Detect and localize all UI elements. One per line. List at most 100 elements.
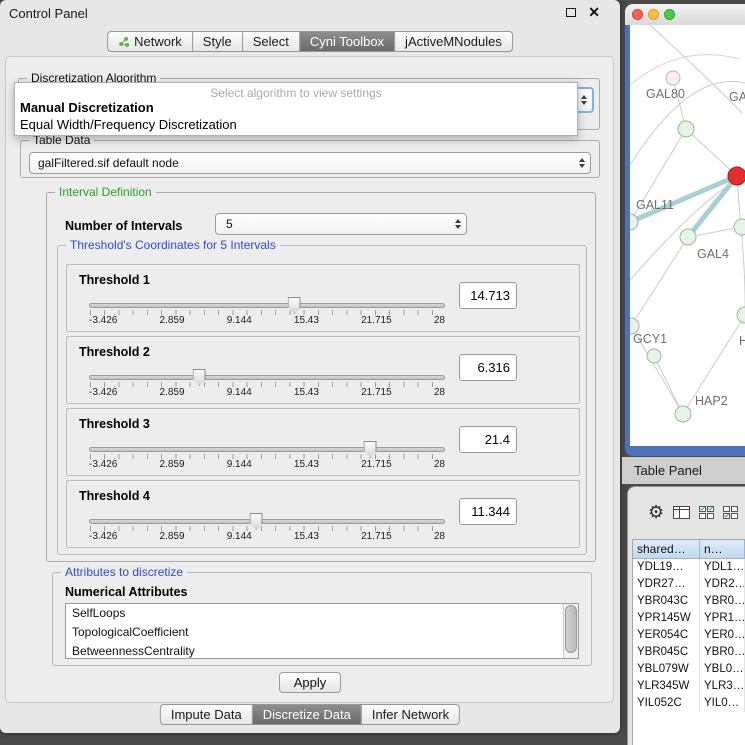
- float-window-icon[interactable]: [566, 8, 576, 17]
- scrollbar-thumb[interactable]: [565, 605, 577, 653]
- number-of-intervals-combobox[interactable]: 5: [215, 213, 467, 235]
- node-table: shared…n… YDL19…YDL1…YDR27…YDR2…YBR043CY…: [632, 539, 745, 745]
- combo-arrows-icon: [581, 95, 587, 105]
- slider-track[interactable]: [89, 375, 445, 380]
- bottom-tabs: Impute DataDiscretize Data Infer Network: [160, 704, 460, 725]
- close-window-icon[interactable]: ✕: [588, 4, 600, 20]
- slider-scale: -3.4262.8599.14415.4321.71528: [89, 531, 445, 542]
- scale-label: 9.144: [227, 387, 252, 398]
- network-edge[interactable]: [631, 237, 688, 326]
- dropdown-option[interactable]: Manual Discretization: [15, 99, 577, 116]
- list-scrollbar[interactable]: [563, 604, 578, 658]
- slider-scale: -3.4262.8599.14415.4321.71528: [89, 459, 445, 470]
- threshold-value-input[interactable]: [459, 498, 517, 525]
- network-node-label: GAL4: [697, 247, 729, 261]
- number-of-intervals-label: Number of Intervals: [65, 219, 182, 233]
- network-node-label: H: [739, 334, 745, 348]
- table-cell: YPR145W: [633, 610, 700, 627]
- bottom-tab-discretize-data[interactable]: Discretize Data: [252, 705, 361, 724]
- scale-label: 28: [434, 387, 445, 398]
- attribute-item[interactable]: SelfLoops: [66, 604, 578, 623]
- table-row[interactable]: YBR045CYBR0…: [633, 644, 745, 661]
- tab-jactivemnodules[interactable]: jActiveMNodules: [394, 32, 512, 51]
- network-node[interactable]: [666, 71, 680, 85]
- threshold-slider[interactable]: [89, 297, 445, 317]
- table-row[interactable]: YDL19…YDL1…: [633, 559, 745, 576]
- tab-network[interactable]: Network: [108, 32, 192, 51]
- tab-style[interactable]: Style: [192, 32, 242, 51]
- table-cell: YDL19…: [633, 559, 700, 576]
- tab-label: Cyni Toolbox: [310, 34, 384, 49]
- threshold-slider[interactable]: [89, 369, 445, 389]
- threshold-panel: Threshold 4 -3.4262.8599.14415.4321.7152…: [66, 480, 580, 548]
- table-cell: YBL0…: [700, 661, 745, 678]
- scale-label: 15.43: [294, 315, 319, 326]
- network-window: GAL80GAGAL11GAL4GCY1HAP2H: [625, 4, 745, 456]
- minimize-traffic-light[interactable]: [648, 9, 659, 20]
- table-panel-title: Table Panel: [634, 463, 702, 478]
- bottom-tab-impute-data[interactable]: Impute Data: [161, 705, 252, 724]
- network-edge[interactable]: [737, 176, 745, 315]
- threshold-value-input[interactable]: [459, 354, 517, 381]
- attribute-item[interactable]: BetweennessCentrality: [66, 642, 578, 659]
- tab-cyni-toolbox[interactable]: Cyni Toolbox: [299, 32, 394, 51]
- bottom-tab-infer-network[interactable]: Infer Network: [361, 705, 459, 724]
- threshold-label: Threshold 1: [79, 273, 150, 287]
- network-node[interactable]: [647, 349, 661, 363]
- columns-icon[interactable]: [673, 506, 690, 519]
- threshold-slider[interactable]: [89, 513, 445, 533]
- network-node[interactable]: [675, 406, 691, 422]
- thresholds-group-title: Threshold's Coordinates for 5 Intervals: [66, 238, 280, 252]
- network-edge[interactable]: [654, 356, 683, 414]
- table-row[interactable]: YDR27…YDR2…: [633, 576, 745, 593]
- scale-label: 28: [434, 531, 445, 542]
- network-node[interactable]: [737, 307, 745, 323]
- table-row[interactable]: YER054CYER0…: [633, 627, 745, 644]
- table-data-combobox[interactable]: galFiltered.sif default node: [29, 152, 591, 174]
- table-row[interactable]: YLR345WYLR3…: [633, 678, 745, 695]
- scale-label: -3.426: [89, 387, 117, 398]
- settings-gear-icon[interactable]: ⚙: [648, 503, 664, 521]
- zoom-traffic-light[interactable]: [664, 9, 675, 20]
- slider-track[interactable]: [89, 447, 445, 452]
- table-row[interactable]: YBL079WYBL0…: [633, 661, 745, 678]
- dropdown-option[interactable]: Equal Width/Frequency Discretization: [15, 116, 577, 133]
- network-node[interactable]: [680, 229, 696, 245]
- table-row[interactable]: YBR043CYBR0…: [633, 593, 745, 610]
- close-traffic-light[interactable]: [632, 9, 643, 20]
- table-cell: YBL079W: [633, 661, 700, 678]
- table-data-group: Table Data galFiltered.sif default node: [20, 140, 600, 178]
- numerical-attributes-list: SelfLoopsTopologicalCoefficientBetweenne…: [66, 604, 578, 659]
- network-node[interactable]: [734, 219, 745, 235]
- threshold-value-input[interactable]: [459, 426, 517, 453]
- scale-label: 2.859: [160, 315, 185, 326]
- tab-label: Infer Network: [372, 707, 449, 722]
- slider-track[interactable]: [89, 519, 445, 524]
- network-node-label: GA: [729, 90, 745, 104]
- table-panel-window: ⚙ shared…n… YDL19…YDL1…YDR27…YDR2…YBR043…: [627, 486, 745, 745]
- threshold-value-input[interactable]: [459, 282, 517, 309]
- column-header[interactable]: n…: [700, 540, 745, 559]
- table-cell: YBR043C: [633, 593, 700, 610]
- network-node[interactable]: [678, 121, 694, 137]
- network-icon: [118, 36, 130, 48]
- attribute-item[interactable]: TopologicalCoefficient: [66, 623, 578, 642]
- tab-select[interactable]: Select: [242, 32, 299, 51]
- table-row[interactable]: YIL052CYIL0…: [633, 695, 745, 712]
- threshold-slider[interactable]: [89, 441, 445, 461]
- apply-button[interactable]: Apply: [279, 672, 341, 693]
- network-node[interactable]: [728, 167, 745, 185]
- control-panel-tabs: NetworkStyleSelect Cyni Toolbox jActiveMNo…: [107, 31, 513, 52]
- select-functions-icon[interactable]: [723, 506, 738, 519]
- network-canvas[interactable]: GAL80GAGAL11GAL4GCY1HAP2H: [630, 25, 745, 446]
- network-edge[interactable]: [686, 129, 737, 176]
- network-edge[interactable]: [630, 55, 740, 85]
- select-attributes-icon[interactable]: [699, 506, 714, 519]
- table-row[interactable]: YPR145WYPR1…: [633, 610, 745, 627]
- table-cell: YDL1…: [700, 559, 745, 576]
- slider-track[interactable]: [89, 303, 445, 308]
- threshold-panel: Threshold 3 -3.4262.8599.14415.4321.7152…: [66, 408, 580, 476]
- algorithm-dropdown: Select algorithm to view settings Manual…: [14, 82, 578, 136]
- column-header[interactable]: shared…: [633, 540, 700, 559]
- tab-label: jActiveMNodules: [405, 34, 502, 49]
